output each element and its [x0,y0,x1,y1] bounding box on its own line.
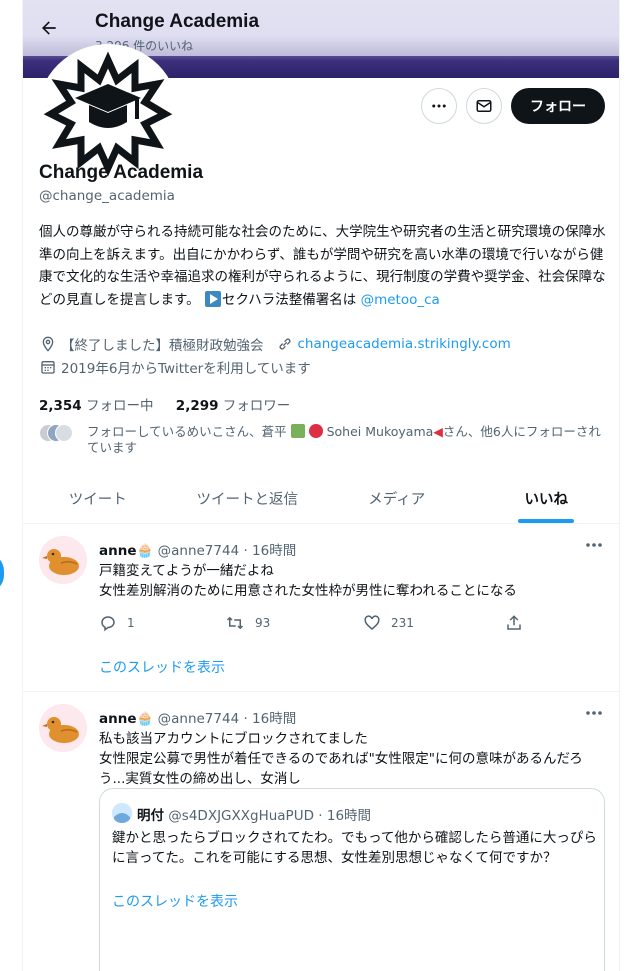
calendar-icon [39,358,57,376]
tweet[interactable]: anne🧁 @anne7744 · 16時間 戸籍変えてようが一緒だよね 女性差… [23,524,619,692]
retweet-button[interactable]: 93 [225,614,270,632]
tweet-author-name[interactable]: anne [99,543,137,559]
tab-likes[interactable]: いいね [472,474,620,523]
retweet-icon [226,616,244,630]
tweet-header: anne🧁 @anne7744 · 16時間 [99,543,297,559]
profile-bio: 個人の尊厳が守られる持続可能な社会のために、大学院生や研究者の生活と研究環境の保… [39,221,609,311]
avatar-icon [112,803,132,823]
quoted-tweet[interactable]: 明付 @s4DXJGXXgHuaPUD · 16時間 鍵かと思ったらブロックされ… [99,788,605,971]
play-button-emoji-icon [204,290,221,307]
quoted-show-thread-link[interactable]: このスレッドを表示 [112,891,238,911]
megaphone-emoji-icon: ◀ [433,424,443,439]
show-thread-link[interactable]: このスレッドを表示 [99,657,225,677]
tweet-author-handle[interactable]: @anne7744 [158,711,240,727]
envelope-icon [476,100,492,112]
tweet-header: anne🧁 @anne7744 · 16時間 [99,711,297,727]
profile-website-link[interactable]: changeacademia.strikingly.com [298,336,511,352]
quoted-tweet-avatar [112,803,132,823]
duck-avatar-icon [39,704,87,752]
tweet-text: 戸籍変えてようが一緒だよね 女性差別解消のために用意された女性枠が男性に奪われる… [99,563,517,599]
profile-meta-row: 【終了しました】積極財政勉強会 changeacademia.strikingl… [39,334,511,354]
cupcake-emoji-icon: 🧁 [136,711,154,727]
like-button[interactable]: 231 [363,614,414,632]
ellipsis-icon [586,543,602,547]
followers-link[interactable]: 2,299 フォロワー [176,398,291,414]
tweet-author-name[interactable]: anne [99,711,137,727]
following-link[interactable]: 2,354 フォロー中 [39,398,154,414]
ellipsis-icon [432,104,446,108]
reply-icon [101,616,115,632]
tweet-more-button[interactable] [583,704,605,722]
quoted-tweet-time: 16時間 [326,808,372,824]
bio-tail: セクハラ法整備署名は [221,291,357,308]
arrow-left-icon [42,21,56,35]
tweet[interactable]: anne🧁 @anne7744 · 16時間 私も該当アカウントにブロックされて… [23,692,619,971]
profile-name: Change Academia [39,162,204,183]
tweet-actions: 1 93 231 [99,614,529,634]
follow-button[interactable]: フォロー [511,88,605,124]
avatar [55,424,73,442]
back-button[interactable] [33,12,65,44]
quoted-author-name: 明付 [137,808,164,824]
location-pin-icon [39,335,57,353]
share-icon [507,615,521,630]
profile-tabs: ツイート ツイートと返信 メディア いいね [23,474,620,524]
tab-media[interactable]: メディア [322,474,472,523]
reply-button[interactable]: 1 [99,614,135,632]
tweet-time[interactable]: 16時間 [252,543,296,559]
share-button[interactable] [505,614,533,632]
green-square-emoji-icon [290,424,305,438]
known-followers-avatars [39,424,79,442]
message-button[interactable] [466,88,502,124]
bio-mention-link[interactable]: @metoo_ca [361,292,440,308]
quoted-author-handle: @s4DXJGXXgHuaPUD [168,808,314,824]
quoted-tweet-header: 明付 @s4DXJGXXgHuaPUD · 16時間 [137,808,372,824]
red-circle-emoji-icon [308,424,323,438]
tweet-time[interactable]: 16時間 [252,711,296,727]
profile-joined: 2019年6月からTwitterを利用しています [61,361,311,377]
link-icon [276,335,294,353]
quoted-tweet-text: 鍵かと思ったらブロックされてたわ。でもって他から確認したら普通に大っぴらに言って… [112,830,597,866]
ellipsis-icon [586,711,602,715]
tweet-avatar[interactable] [39,536,87,584]
tweet-avatar[interactable] [39,704,87,752]
tweet-author-handle[interactable]: @anne7744 [158,543,240,559]
profile-stats: 2,354 フォロー中 2,299 フォロワー [39,394,290,414]
tab-tweets-and-replies[interactable]: ツイートと返信 [173,474,323,523]
cupcake-emoji-icon: 🧁 [136,543,154,559]
profile-joined-row: 2019年6月からTwitterを利用しています [39,357,311,377]
heart-icon [364,615,380,630]
tweet-more-button[interactable] [583,536,605,554]
tab-tweets[interactable]: ツイート [23,474,173,523]
more-options-button[interactable] [421,88,457,124]
tweet-text: 私も該当アカウントにブロックされてました 女性限定公募で男性が着任できるのであれ… [99,731,583,787]
profile-location: 【終了しました】積極財政勉強会 [61,338,264,354]
profile-handle: @change_academia [39,188,175,204]
page-left-margin [0,0,22,971]
duck-avatar-icon [39,536,87,584]
known-followers-text: フォローしているめいこさん、蒼平 Sohei Mukoyama◀さん、他6人にフ… [87,424,601,455]
header-title: Change Academia [95,11,260,32]
profile-column: Change Academia 3,296 件のいいね フォロー Change … [22,0,620,971]
